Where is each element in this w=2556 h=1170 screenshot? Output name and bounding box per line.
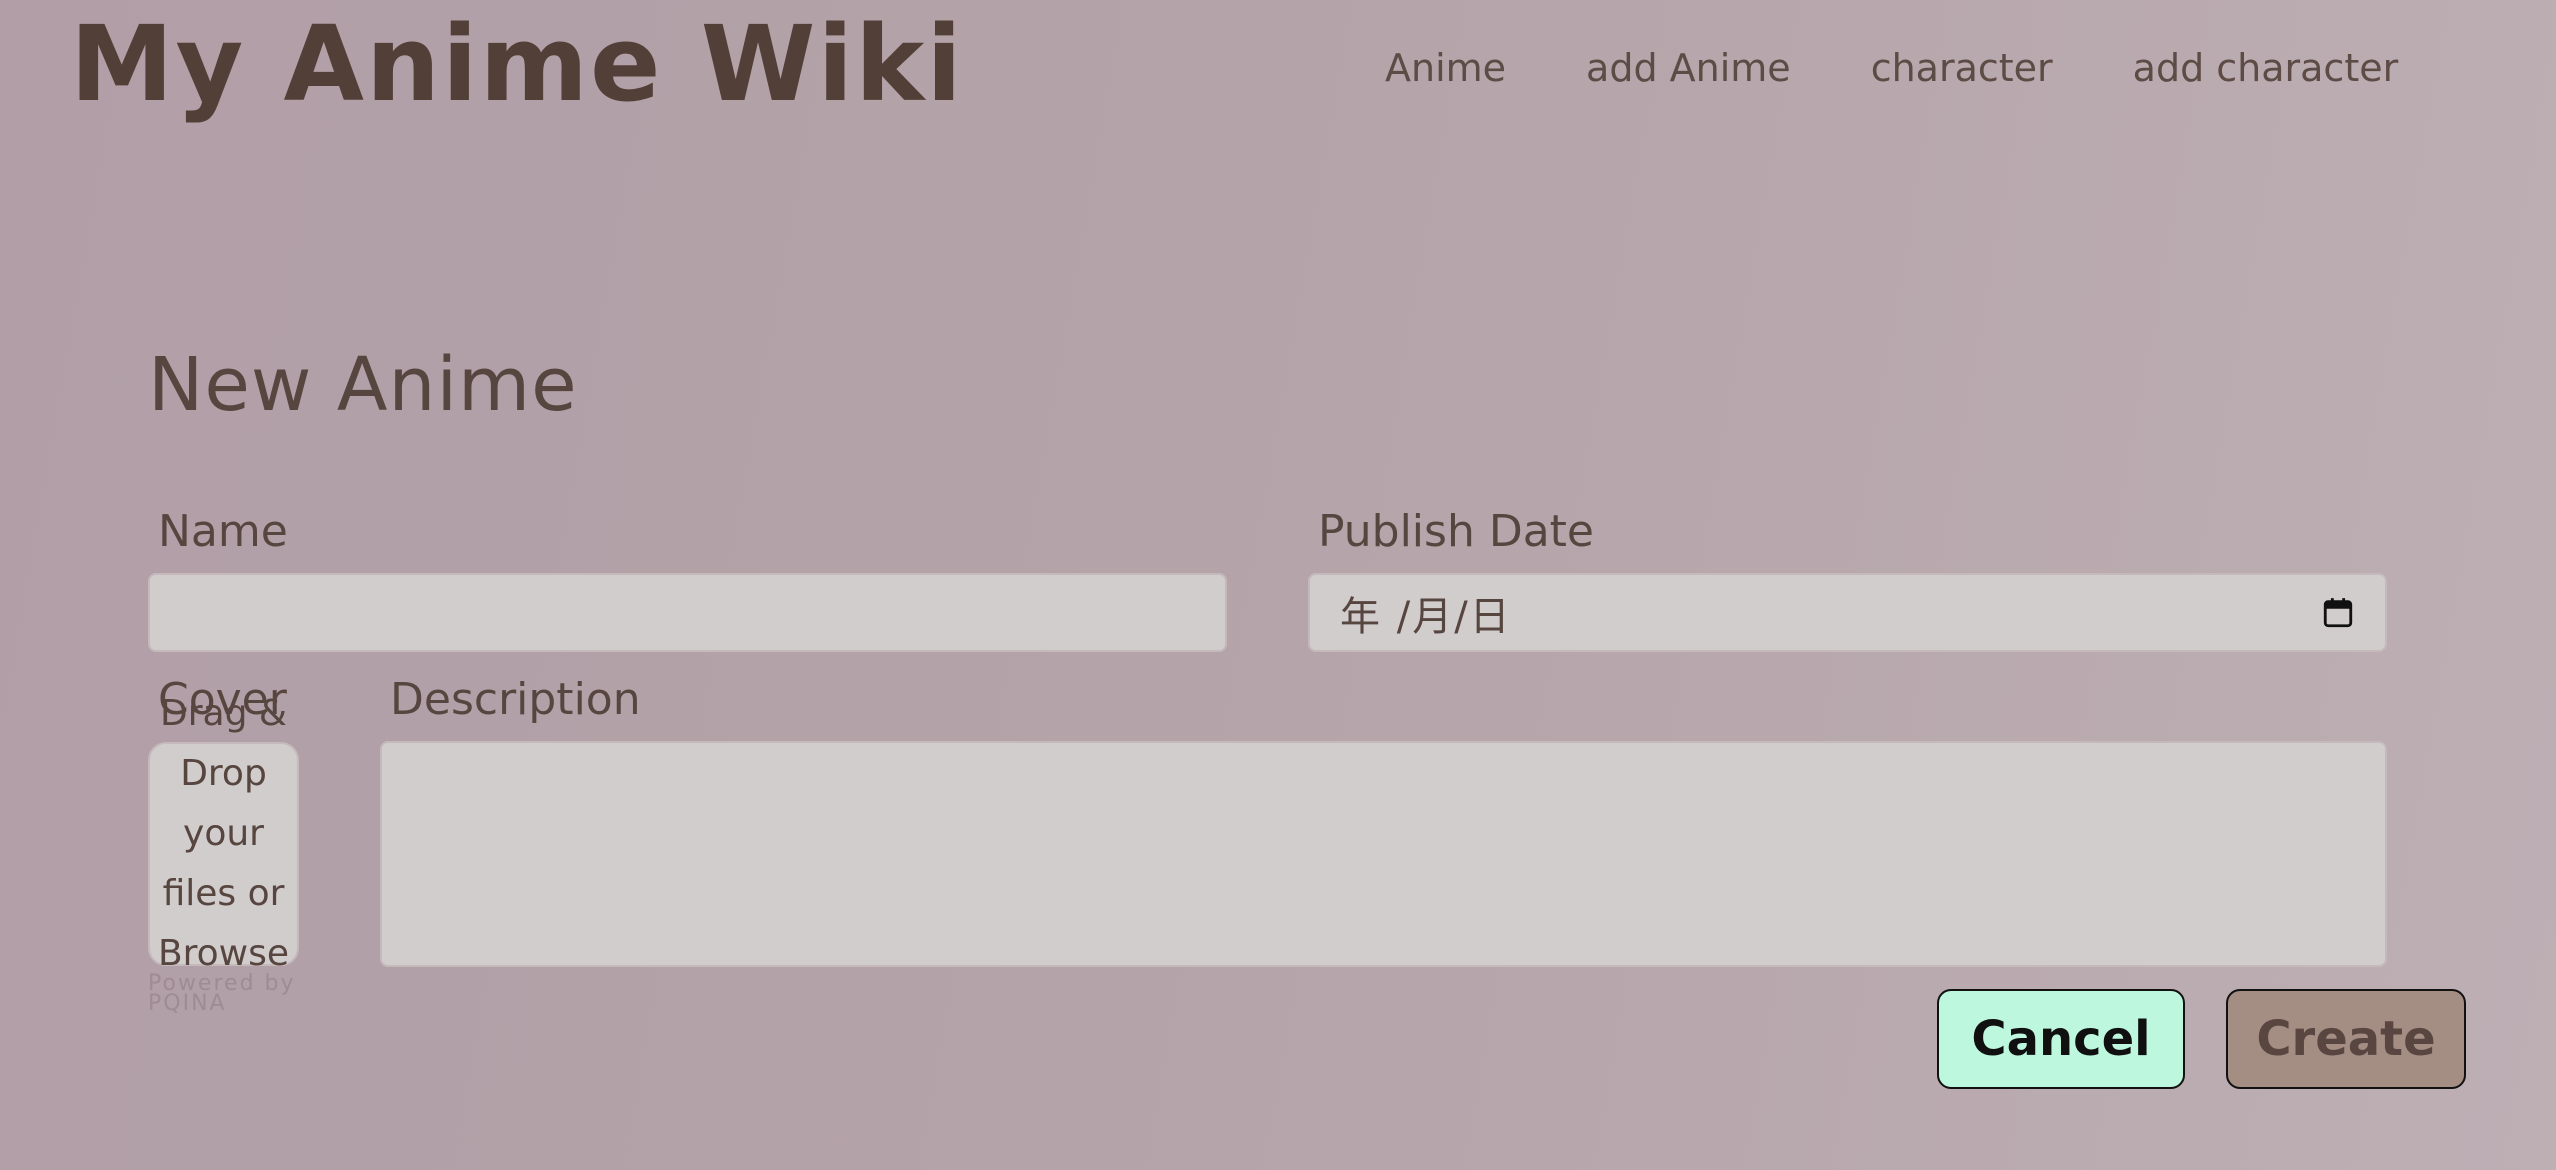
nav-link-character[interactable]: character bbox=[1871, 40, 2053, 96]
publish-date-label: Publish Date bbox=[1318, 506, 1594, 557]
name-label: Name bbox=[158, 506, 288, 557]
description-label: Description bbox=[390, 674, 641, 725]
calendar-icon[interactable] bbox=[2321, 596, 2355, 630]
top-nav: Anime add Anime character add character bbox=[1385, 40, 2398, 96]
powered-by-pqina[interactable]: Powered by PQINA bbox=[148, 973, 308, 1015]
site-title: My Anime Wiki bbox=[70, 3, 964, 125]
description-textarea[interactable] bbox=[380, 741, 2387, 967]
name-input[interactable] bbox=[148, 573, 1227, 652]
nav-link-add-character[interactable]: add character bbox=[2133, 40, 2399, 96]
cancel-button[interactable]: Cancel bbox=[1937, 989, 2185, 1089]
form-title: New Anime bbox=[148, 342, 578, 428]
publish-date-input[interactable]: 年 /月/日 bbox=[1308, 573, 2387, 652]
nav-link-add-anime[interactable]: add Anime bbox=[1586, 40, 1791, 96]
nav-link-anime[interactable]: Anime bbox=[1385, 40, 1506, 96]
cover-drop-text[interactable]: Drag & Drop your files or Browse bbox=[148, 684, 299, 984]
publish-date-placeholder: 年 /月/日 bbox=[1340, 593, 1512, 640]
create-button[interactable]: Create bbox=[2226, 989, 2466, 1089]
